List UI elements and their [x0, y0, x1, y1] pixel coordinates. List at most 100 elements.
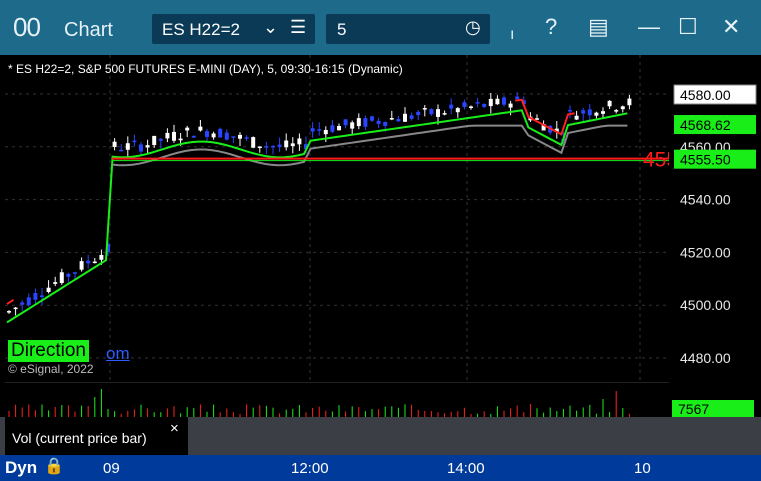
chevron-down-icon[interactable]: ⌄	[263, 17, 278, 38]
candle-body	[330, 125, 335, 132]
candle-body	[581, 110, 586, 114]
candle-body	[574, 115, 579, 120]
candle-body	[20, 302, 25, 305]
candle-body	[264, 146, 269, 148]
candle-body	[112, 141, 117, 147]
candle-body	[185, 127, 190, 131]
lock-icon[interactable]: 🔒	[44, 456, 64, 476]
candle-body	[350, 122, 355, 129]
candle-body	[198, 126, 203, 131]
interval-selector[interactable]: 5 ◷	[326, 14, 490, 44]
candle-body	[132, 140, 137, 143]
symbol-selector[interactable]: ES H22=2 ⌄ ☰	[152, 14, 315, 44]
candle-body	[462, 102, 467, 107]
candle-body	[429, 109, 434, 115]
candle-body	[416, 111, 421, 116]
candle-body	[337, 125, 341, 131]
candle-body	[495, 98, 500, 105]
candle-body	[343, 119, 348, 126]
candle-body	[607, 100, 612, 107]
candle-body	[469, 106, 473, 108]
time-label-1200: 12:00	[291, 460, 329, 477]
price-axis-label: 4540.00	[680, 192, 731, 208]
copyright-text: © eSignal, 2022	[8, 362, 94, 376]
candle-body	[33, 292, 38, 300]
candle-body	[66, 273, 71, 277]
candle-body	[211, 133, 216, 138]
candle-body	[403, 113, 407, 122]
draw-icon[interactable]: ı	[510, 20, 514, 50]
layout-icon[interactable]: ▤	[588, 12, 609, 42]
candle-body	[620, 106, 625, 110]
candle-body	[205, 131, 209, 137]
candle-body	[251, 137, 256, 148]
candle-body	[165, 132, 170, 139]
volume-pane	[5, 381, 669, 417]
candle-body	[79, 261, 84, 270]
candle-body	[449, 104, 454, 109]
candle-body	[614, 110, 619, 112]
candle-body	[26, 297, 31, 306]
candle-body	[73, 272, 77, 274]
candle-body	[475, 102, 480, 104]
time-label-1400: 14:00	[447, 460, 485, 477]
candle-body	[601, 111, 605, 114]
candle-body	[389, 118, 394, 120]
volume-svg	[5, 381, 669, 417]
candle-body	[231, 136, 236, 138]
price-axis-svg: 4580.004570.434560.004540.004520.004500.…	[673, 84, 757, 366]
help-icon[interactable]: ?	[545, 12, 557, 42]
candle-body	[535, 118, 539, 120]
minimize-icon[interactable]: —	[638, 12, 660, 42]
candle-body	[99, 254, 104, 260]
candle-body	[409, 115, 414, 119]
candle-body	[363, 118, 368, 127]
candle-body	[515, 96, 520, 100]
candle-body	[238, 134, 242, 139]
candle-body	[145, 145, 150, 148]
interval-value: 5	[337, 20, 347, 39]
candle-body	[46, 287, 51, 292]
esignal-link[interactable]: om	[106, 344, 130, 364]
volume-badge-text: 7567	[678, 401, 710, 417]
clock-icon[interactable]: ◷	[465, 17, 481, 38]
candle-body	[224, 132, 229, 140]
candle-body	[297, 138, 302, 145]
candle-body	[323, 129, 328, 135]
dynamic-mode-label[interactable]: Dyn	[5, 458, 37, 478]
window-title: Chart	[64, 19, 113, 41]
time-label-09: 09	[103, 460, 120, 477]
maximize-icon[interactable]: ☐	[678, 12, 698, 42]
candle-body	[290, 143, 295, 147]
candle-body	[594, 112, 599, 116]
candle-body	[125, 143, 130, 150]
price-axis-label: 4480.00	[680, 350, 731, 366]
candle-body	[442, 113, 447, 115]
candle-body	[7, 311, 11, 313]
right-edge-value: 455	[643, 149, 669, 172]
candle-body	[59, 272, 64, 284]
candle-body	[422, 108, 427, 110]
candle-body	[502, 97, 506, 105]
close-icon[interactable]: ×	[170, 420, 179, 437]
candle-body	[139, 144, 143, 152]
close-icon[interactable]: ✕	[722, 12, 740, 42]
direction-badge: Direction	[8, 340, 89, 362]
price-chart-svg: 455	[5, 55, 678, 380]
candle-body	[257, 146, 262, 149]
candle-body	[568, 109, 572, 112]
candle-body	[158, 138, 163, 141]
price-axis[interactable]: 4580.004570.434560.004540.004520.004500.…	[672, 55, 761, 380]
menu-icon[interactable]: ☰	[290, 17, 306, 38]
candle-body	[376, 120, 381, 124]
candle-body	[383, 121, 388, 126]
candle-body	[178, 138, 183, 141]
candle-body	[13, 307, 18, 310]
candle-body	[356, 118, 361, 127]
candle-body	[172, 131, 176, 141]
candle-body	[370, 116, 374, 121]
price-axis-label: 4520.00	[680, 244, 731, 260]
price-chart[interactable]: 455	[5, 55, 678, 380]
volume-badge: 7567	[672, 400, 754, 418]
moving-average-green	[6, 109, 628, 324]
